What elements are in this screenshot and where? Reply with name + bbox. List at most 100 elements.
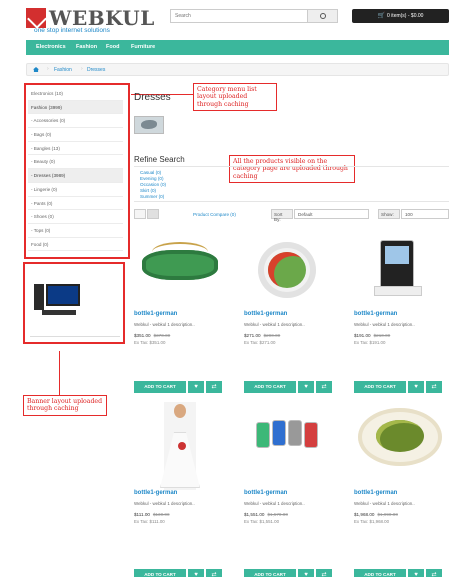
main-nav: Electronics Fashion Food Furniture <box>26 40 449 55</box>
product-price-old: $290.00 <box>263 333 281 338</box>
wishlist-heart-icon[interactable]: ♥ <box>297 381 314 393</box>
product-tax: Ex Tax: $111.00 <box>134 519 165 524</box>
grid-view-button[interactable] <box>147 209 159 219</box>
product-price: $1,551.00 $1,570.00 <box>244 512 288 517</box>
show-select[interactable]: 100 <box>401 209 449 219</box>
breadcrumb: › Fashion › Dresses <box>26 63 449 76</box>
compare-arrows-icon[interactable]: ⇄ <box>315 569 332 577</box>
product-tax: Ex Tax: $1,551.00 <box>244 519 280 524</box>
product-title[interactable]: bottle1-german <box>244 311 287 317</box>
product-image[interactable] <box>134 238 226 303</box>
cart-button[interactable]: 🛒 0 item(s) - $0.00 <box>352 9 449 23</box>
breadcrumb-dresses[interactable]: Dresses <box>87 67 105 73</box>
list-view-button[interactable] <box>134 209 146 219</box>
subcategory-thumbnail[interactable] <box>134 116 164 134</box>
product-price-current: $351.00 <box>134 333 151 338</box>
refine-option-skirt[interactable]: Skirt (0) <box>140 188 156 193</box>
category-item[interactable]: - Dresses (3989) <box>28 169 123 183</box>
nav-item-furniture[interactable]: Furniture <box>131 44 155 50</box>
wishlist-heart-icon[interactable]: ♥ <box>187 381 204 393</box>
product-title[interactable]: bottle1-german <box>354 490 397 496</box>
product-title[interactable]: bottle1-german <box>134 311 177 317</box>
product-image[interactable] <box>134 402 226 490</box>
ipod-nano-1 <box>256 422 270 448</box>
product-description: Webkul - webkul 1 description.. <box>244 322 305 327</box>
category-item[interactable]: - Bangles (13) <box>28 142 123 156</box>
bride-head <box>174 404 186 418</box>
wishlist-heart-icon[interactable]: ♥ <box>407 569 424 577</box>
product-description: Webkul - webkul 1 description.. <box>134 322 195 327</box>
add-to-cart-button[interactable]: ADD TO CART <box>354 569 406 577</box>
product-price-current: $1,968.00 <box>354 512 375 517</box>
banner-divider <box>30 336 120 337</box>
category-item[interactable]: - Bags (0) <box>28 128 123 142</box>
refine-search-title: Refine Search <box>134 155 185 164</box>
compare-arrows-icon[interactable]: ⇄ <box>425 569 442 577</box>
page-title: Dresses <box>134 92 171 103</box>
search-input[interactable] <box>170 9 308 23</box>
product-price: $351.00 $370.00 <box>134 333 170 338</box>
category-item[interactable]: - Tops (0) <box>28 224 123 238</box>
banner-image[interactable] <box>32 282 84 318</box>
product-price-current: $1,551.00 <box>244 512 265 517</box>
refine-option-occasion[interactable]: Occasion (0) <box>140 182 166 187</box>
necklace-chain <box>152 242 208 262</box>
nav-item-electronics[interactable]: Electronics <box>36 44 66 50</box>
compare-arrows-icon[interactable]: ⇄ <box>205 381 222 393</box>
refine-option-summer[interactable]: Summer (0) <box>140 194 164 199</box>
category-item[interactable]: - Lingerie (0) <box>28 183 123 197</box>
product-title[interactable]: bottle1-german <box>244 490 287 496</box>
product-description: Webkul - webkul 1 description.. <box>354 322 415 327</box>
category-item[interactable]: Fashion (3999) <box>28 100 123 115</box>
product-image[interactable] <box>354 402 446 467</box>
product-price: $1,968.00 $1,990.00 <box>354 512 398 517</box>
sort-by-select[interactable]: Default <box>294 209 369 219</box>
add-to-cart-button[interactable]: ADD TO CART <box>134 381 186 393</box>
breadcrumb-separator: › <box>81 66 83 72</box>
product-title[interactable]: bottle1-german <box>134 490 177 496</box>
product-description: Webkul - webkul 1 description.. <box>134 501 195 506</box>
refine-option-evening[interactable]: Evening (0) <box>140 176 164 181</box>
product-tax: Ex Tax: $351.00 <box>134 340 166 345</box>
nav-item-fashion[interactable]: Fashion <box>76 44 97 50</box>
wishlist-heart-icon[interactable]: ♥ <box>187 569 204 577</box>
category-item[interactable]: Electronics (10) <box>28 87 123 101</box>
category-item[interactable]: Food (0) <box>28 238 123 252</box>
logo-tagline: one stop internet solutions <box>34 27 110 34</box>
product-price-current: $191.00 <box>354 333 371 338</box>
add-to-cart-button[interactable]: ADD TO CART <box>134 569 186 577</box>
add-to-cart-button[interactable]: ADD TO CART <box>244 381 296 393</box>
category-item[interactable]: - Shoes (0) <box>28 210 123 224</box>
wishlist-heart-icon[interactable]: ♥ <box>297 569 314 577</box>
product-price-old: $130.00 <box>152 512 170 517</box>
callout-banner: Banner layout uploaded through caching <box>23 395 107 416</box>
category-item[interactable]: - Beauty (0) <box>28 155 123 170</box>
category-item[interactable]: - Accessories (0) <box>28 114 123 129</box>
compare-arrows-icon[interactable]: ⇄ <box>205 569 222 577</box>
product-image[interactable] <box>244 402 336 467</box>
product-image[interactable] <box>244 238 336 303</box>
logo-mark[interactable] <box>26 8 46 28</box>
keyboard-icon <box>42 310 76 315</box>
add-to-cart-button[interactable]: ADD TO CART <box>244 569 296 577</box>
product-price: $271.00 $290.00 <box>244 333 280 338</box>
callout-menu: Category menu list layout uploaded throu… <box>193 83 277 112</box>
add-to-cart-button[interactable]: ADD TO CART <box>354 381 406 393</box>
nav-item-food[interactable]: Food <box>106 44 119 50</box>
search-button[interactable] <box>308 9 338 23</box>
product-title[interactable]: bottle1-german <box>354 311 397 317</box>
product-price-old: $210.00 <box>373 333 391 338</box>
wishlist-heart-icon[interactable]: ♥ <box>407 381 424 393</box>
category-item[interactable]: - Pants (0) <box>28 197 123 211</box>
refine-divider <box>134 166 449 167</box>
compare-arrows-icon[interactable]: ⇄ <box>315 381 332 393</box>
ipod-nano-3 <box>288 420 302 446</box>
compare-arrows-icon[interactable]: ⇄ <box>425 381 442 393</box>
product-compare-link[interactable]: Product Compare (0) <box>193 212 236 217</box>
product-image[interactable] <box>354 238 446 303</box>
product-description: Webkul - webkul 1 description.. <box>244 501 305 506</box>
home-icon[interactable] <box>33 67 39 72</box>
product-description: Webkul - webkul 1 description.. <box>354 501 415 506</box>
breadcrumb-fashion[interactable]: Fashion <box>54 67 72 73</box>
refine-option-casual[interactable]: Casual (0) <box>140 170 161 175</box>
